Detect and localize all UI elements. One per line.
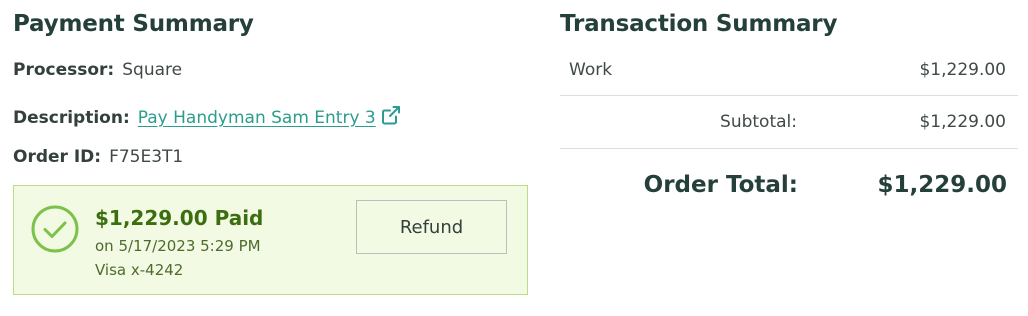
order-id-label: Order ID: xyxy=(13,147,102,167)
line-item-label: Work xyxy=(569,60,613,80)
line-item-row: Work $1,229.00 xyxy=(560,48,1018,96)
description-field: Description: Pay Handyman Sam Entry 3 xyxy=(13,104,402,131)
payment-summary-title: Payment Summary xyxy=(13,11,254,37)
processor-value: Square xyxy=(122,60,183,80)
transaction-summary-panel: Transaction Summary Work $1,229.00 Subto… xyxy=(560,0,1020,316)
payment-status-box: $1,229.00 Paid on 5/17/2023 5:29 PM Visa… xyxy=(13,185,528,295)
line-item-amount: $1,229.00 xyxy=(919,60,1006,80)
paid-amount-status: $1,229.00 Paid xyxy=(95,206,264,230)
order-id-value: F75E3T1 xyxy=(109,147,184,167)
paid-date: on 5/17/2023 5:29 PM xyxy=(95,237,261,255)
subtotal-label: Subtotal: xyxy=(720,112,797,132)
refund-button[interactable]: Refund xyxy=(356,200,507,254)
subtotal-amount: $1,229.00 xyxy=(919,112,1006,132)
processor-label: Processor: xyxy=(13,60,115,80)
transaction-summary-title: Transaction Summary xyxy=(560,11,838,37)
order-id-field: Order ID: F75E3T1 xyxy=(13,147,183,167)
order-total-label: Order Total: xyxy=(643,172,798,198)
subtotal-row: Subtotal: $1,229.00 xyxy=(560,96,1018,149)
processor-field: Processor: Square xyxy=(13,60,182,80)
paid-card: Visa x-4242 xyxy=(95,261,184,279)
description-link[interactable]: Pay Handyman Sam Entry 3 xyxy=(138,108,376,128)
description-label: Description: xyxy=(13,108,130,128)
check-circle-icon xyxy=(31,205,79,257)
external-link-icon[interactable] xyxy=(380,104,402,131)
order-total-amount: $1,229.00 xyxy=(877,172,1008,198)
